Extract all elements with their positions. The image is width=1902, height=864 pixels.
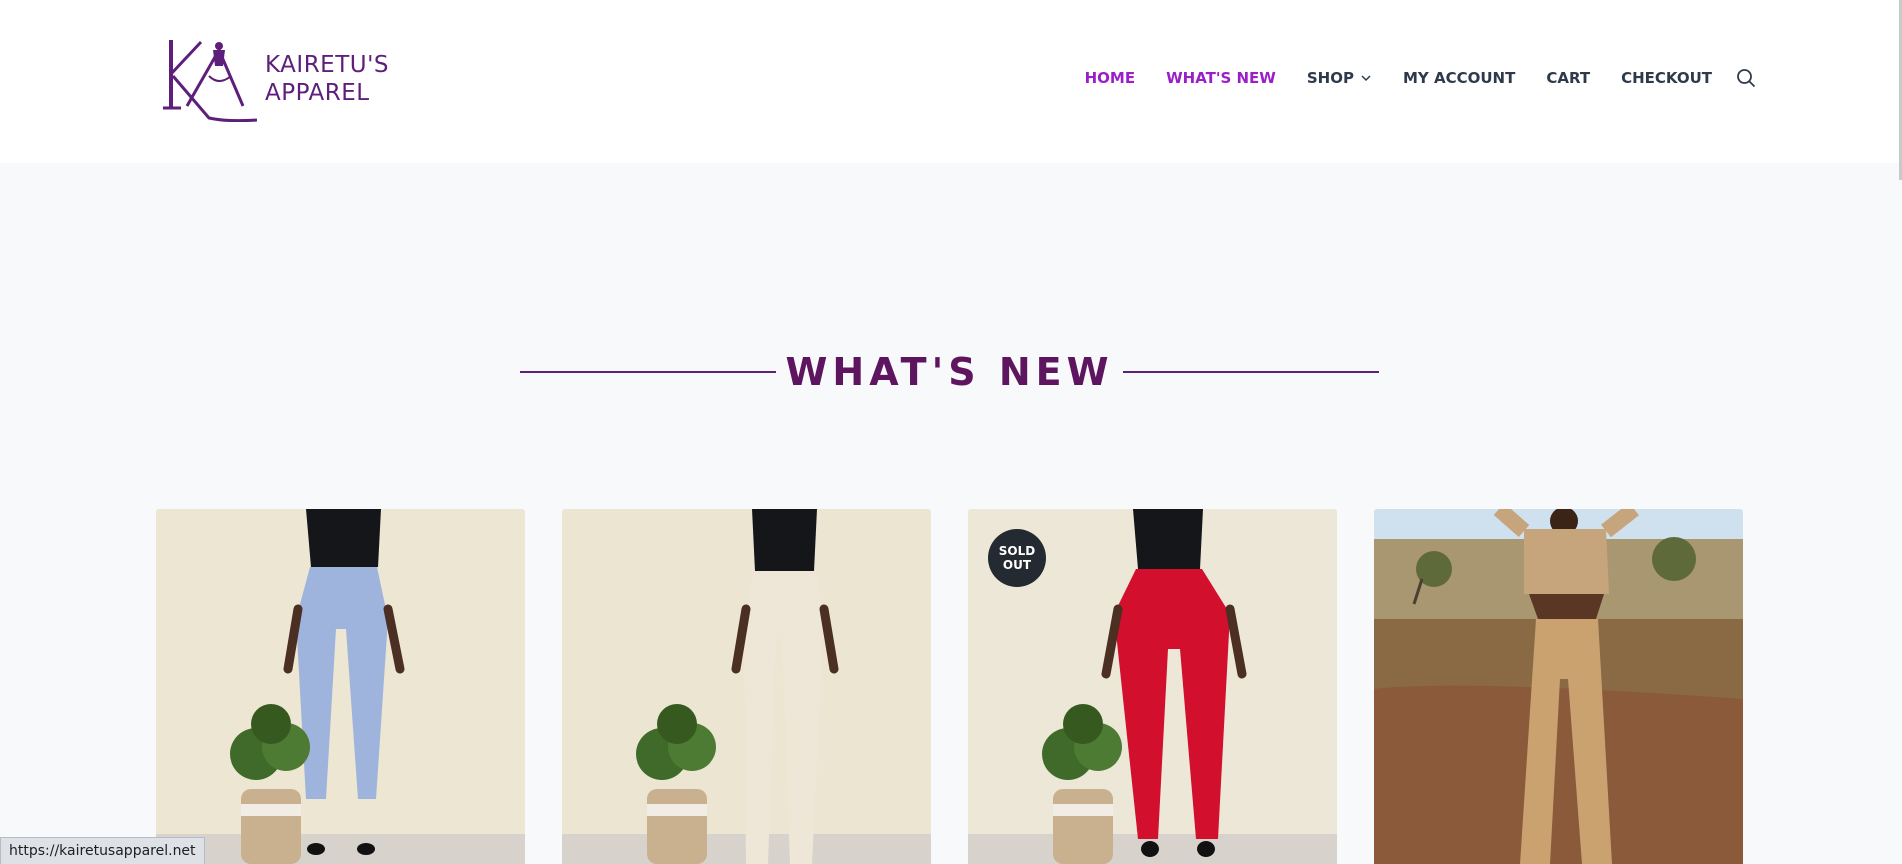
nav-checkout[interactable]: CHECKOUT [1621,69,1712,87]
product-image [156,509,525,864]
sold-out-badge: SOLD OUT [988,529,1046,587]
title-divider-right [1123,371,1379,373]
nav-shop-label: SHOP [1306,69,1354,87]
brand-line-2: APPAREL [265,80,370,106]
nav-shop[interactable]: SHOP [1307,69,1372,87]
section-title: WHAT'S NEW [785,350,1114,394]
nav-my-account[interactable]: MY ACCOUNT [1403,69,1515,87]
product-card[interactable] [156,509,525,864]
site-logo[interactable]: KAIRETU'S APPAREL [157,36,397,122]
nav-cart[interactable]: CART [1546,69,1590,87]
browser-status-bar: https://kairetusapparel.net [0,837,205,864]
nav-whats-new[interactable]: WHAT'S NEW [1166,69,1276,87]
product-image [562,509,931,864]
logo-wordmark: KAIRETU'S APPAREL [265,51,389,107]
search-icon[interactable] [1736,68,1756,88]
brand-line-1: KAIRETU'S [265,52,390,78]
product-image [1374,509,1743,864]
nav-home[interactable]: HOME [1085,69,1135,87]
product-card[interactable] [1374,509,1743,864]
site-header: KAIRETU'S APPAREL HOME WHAT'S NEW SHOP M… [0,0,1902,163]
product-grid: SOLD OUT [156,509,1744,864]
chevron-down-icon [1361,75,1371,82]
main-nav: HOME WHAT'S NEW SHOP MY ACCOUNT CART CHE… [1054,66,1756,90]
product-card[interactable] [562,509,931,864]
product-card[interactable]: SOLD OUT [968,509,1337,864]
title-divider-left [520,371,776,373]
section-header: WHAT'S NEW [0,345,1902,399]
logo-mark-icon [163,40,258,122]
